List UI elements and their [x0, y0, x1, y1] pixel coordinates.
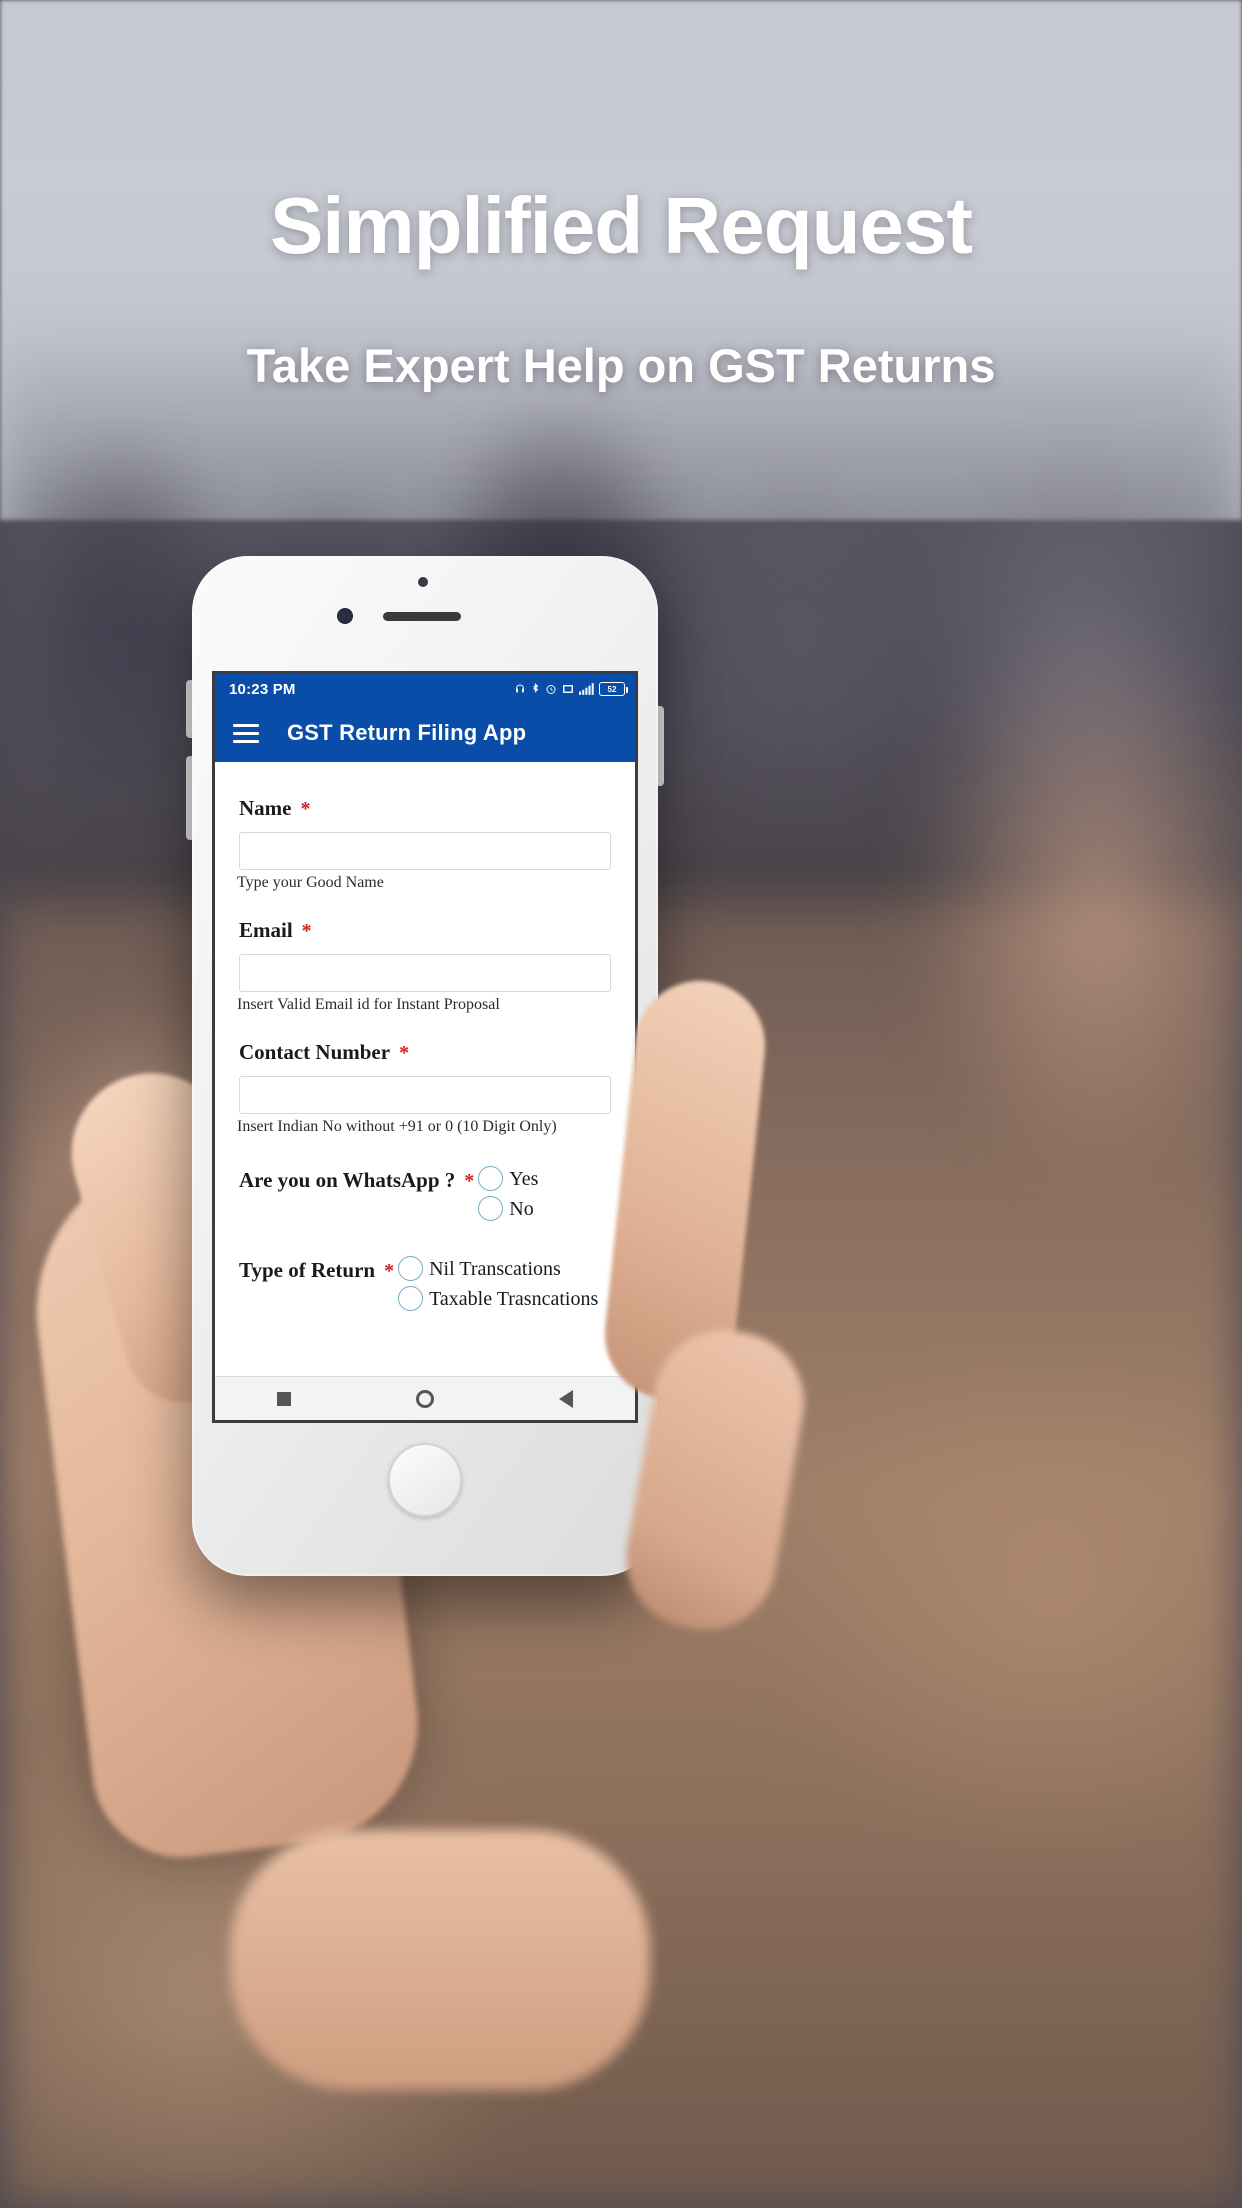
radio-option-label: No [509, 1197, 534, 1220]
recents-square-icon[interactable] [277, 1391, 292, 1406]
screenshot-stage: Simplified Request Take Expert Help on G… [0, 0, 1242, 2208]
radio-group-type-of-return-label-text: Type of Return [239, 1258, 376, 1282]
radio-group-type-of-return-options: Nil Transcations Taxable Trasncations [398, 1256, 598, 1316]
proximity-sensor-icon [418, 577, 428, 587]
radio-group-whatsapp-label-text: Are you on WhatsApp ? [239, 1168, 456, 1192]
radio-group-whatsapp-required-marker: * [464, 1170, 475, 1192]
page-title: Simplified Request [269, 181, 973, 270]
hamburger-menu-icon[interactable] [233, 723, 259, 743]
hand-lower-fingers [230, 1830, 650, 2090]
radio-group-type-of-return: Type of Return * Nil Transcations Taxable… [239, 1256, 611, 1316]
status-clock: 10:23 PM [229, 680, 296, 698]
home-circle-icon[interactable] [415, 1389, 434, 1408]
radio-option-whatsapp-yes[interactable]: Yes [478, 1166, 538, 1191]
radio-option-label: Yes [509, 1167, 539, 1190]
front-camera-icon [337, 608, 353, 624]
radio-option-label: Taxable Trasncations [429, 1287, 599, 1310]
status-icon-tray: 52 [514, 682, 628, 696]
radio-option-whatsapp-no[interactable]: No [478, 1196, 538, 1221]
earpiece-speaker [383, 612, 461, 621]
battery-icon: 52 [599, 682, 628, 696]
hamburger-line-1 [233, 723, 259, 727]
status-bar: 10:23 PM 52 [215, 674, 635, 704]
field-email-label: Email * [239, 918, 611, 943]
field-email: Email * Insert Valid Email id for Instant… [237, 918, 611, 1014]
phone-home-button[interactable] [388, 1443, 462, 1517]
radio-group-whatsapp-options: Yes No [478, 1166, 538, 1226]
field-contact-number-label-text: Contact Number [239, 1040, 391, 1064]
field-name-label-text: Name [239, 796, 292, 820]
contact-number-input[interactable] [239, 1076, 611, 1114]
headset-icon [514, 683, 526, 695]
field-email-hint: Insert Valid Email id for Instant Propos… [237, 996, 500, 1013]
page-subtitle: Take Expert Help on GST Returns [246, 339, 996, 392]
field-email-label-text: Email [239, 918, 293, 942]
name-input[interactable] [239, 832, 611, 870]
radio-option-label: Nil Transcations [429, 1257, 561, 1280]
app-bar: GST Return Filing App [215, 704, 635, 762]
radio-button-icon[interactable] [478, 1196, 504, 1221]
radio-group-type-of-return-required-marker: * [384, 1260, 395, 1282]
field-name-required-marker: * [300, 798, 311, 820]
radio-group-type-of-return-label: Type of Return * [239, 1256, 394, 1283]
android-navigation-bar [215, 1376, 635, 1420]
bluetooth-icon [531, 682, 540, 696]
hamburger-line-2 [233, 731, 259, 735]
field-name-label: Name * [239, 796, 611, 821]
back-triangle-icon[interactable] [558, 1389, 573, 1408]
field-contact-number-label: Contact Number * [239, 1040, 611, 1065]
field-email-required-marker: * [301, 920, 312, 942]
radio-option-nil-transcations[interactable]: Nil Transcations [398, 1256, 598, 1281]
radio-button-icon[interactable] [398, 1256, 424, 1281]
email-input[interactable] [239, 954, 611, 992]
screenshot-icon [562, 683, 574, 695]
hamburger-line-3 [233, 739, 259, 743]
field-name: Name * Type your Good Name [237, 796, 611, 892]
radio-button-icon[interactable] [478, 1166, 504, 1191]
field-contact-number: Contact Number * Insert Indian No without… [237, 1040, 611, 1136]
field-contact-number-required-marker: * [399, 1042, 410, 1064]
radio-group-whatsapp-label: Are you on WhatsApp ? * [239, 1166, 474, 1193]
field-name-hint: Type your Good Name [237, 874, 384, 891]
background-bokeh-right [900, 600, 1242, 1200]
radio-group-whatsapp: Are you on WhatsApp ? * Yes No [239, 1166, 611, 1226]
app-title: GST Return Filing App [287, 720, 527, 745]
battery-level-label: 52 [607, 684, 617, 694]
radio-option-taxable-trasncations[interactable]: Taxable Trasncations [398, 1286, 598, 1311]
form-content: Name * Type your Good Name Email * Insert … [215, 762, 635, 1382]
signal-icon [579, 683, 594, 695]
radio-button-icon[interactable] [398, 1286, 424, 1311]
field-contact-number-hint: Insert Indian No without +91 or 0 (10 Di… [237, 1118, 557, 1135]
phone-screen: 10:23 PM 52 GST Return Filing App Name *… [215, 674, 635, 1420]
alarm-icon [545, 683, 557, 695]
